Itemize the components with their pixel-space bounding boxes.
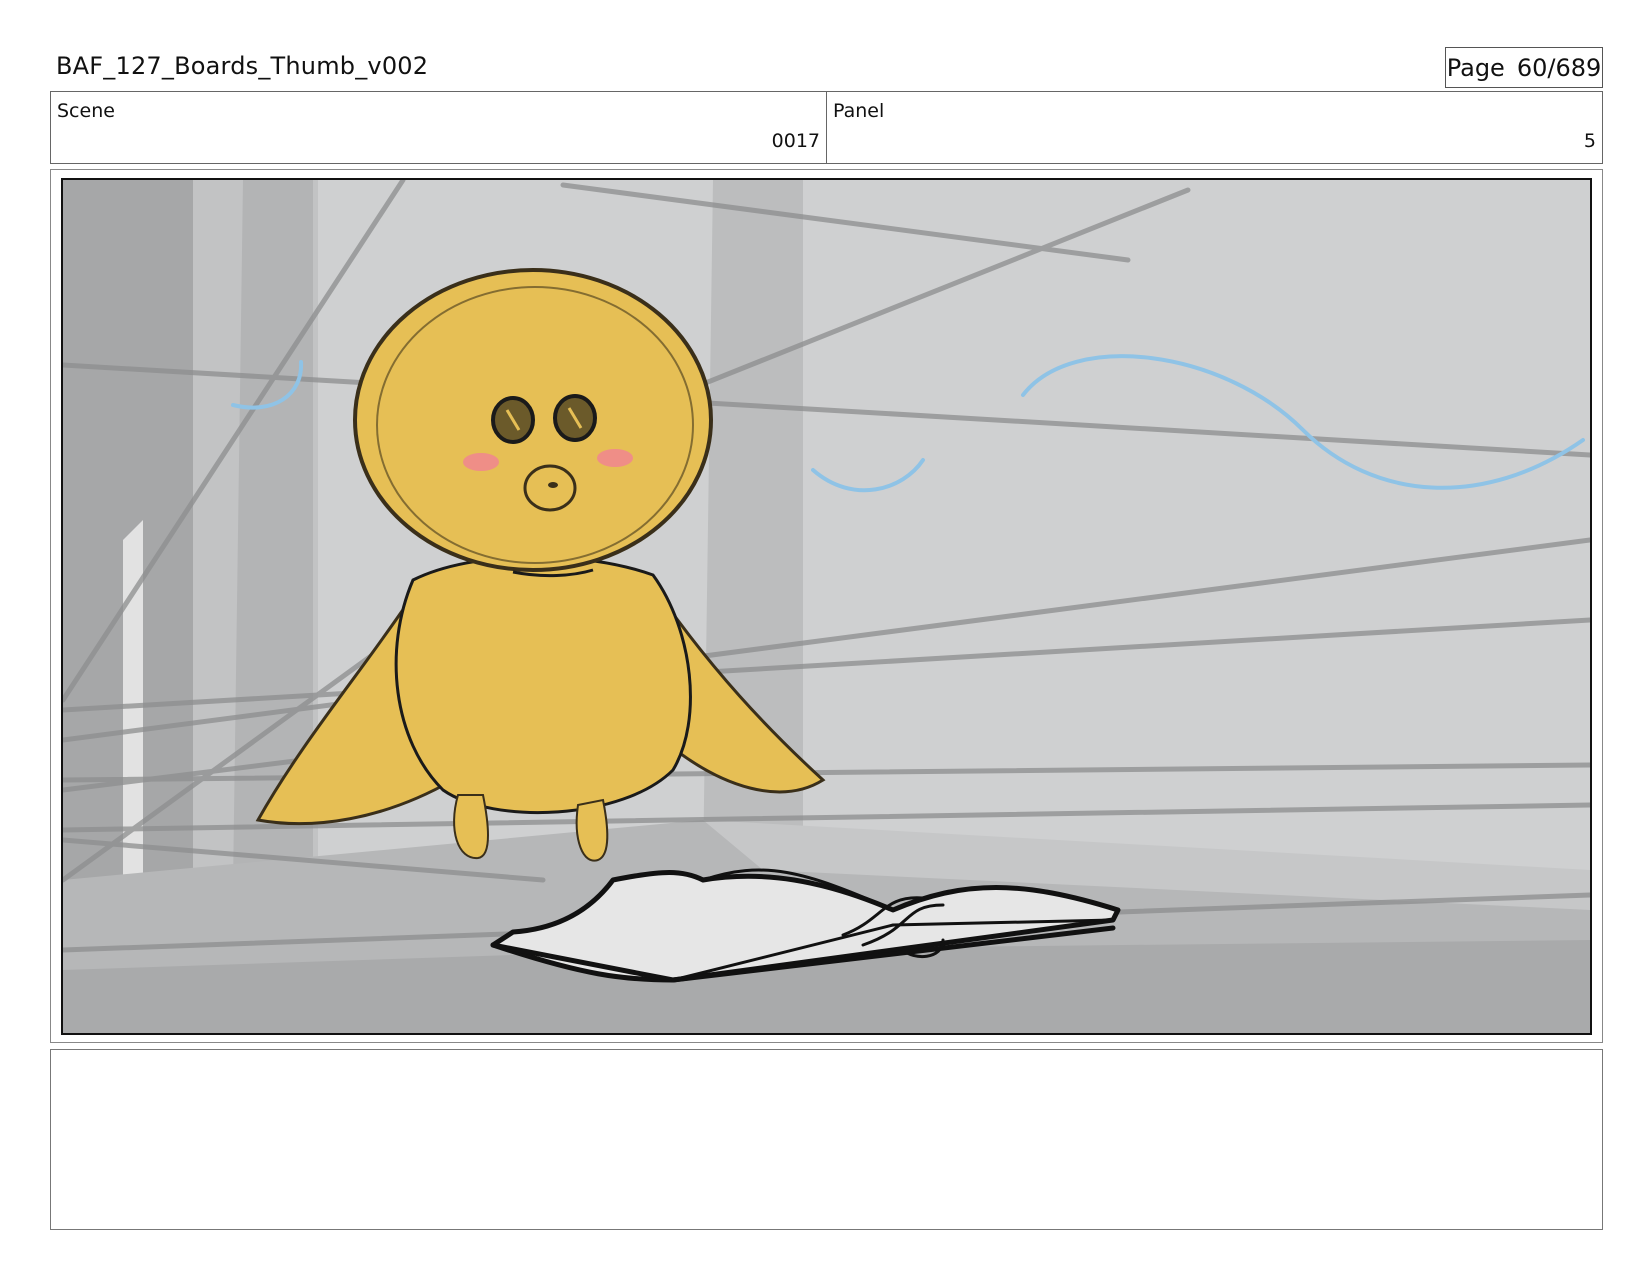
- panel-number: 5: [1583, 130, 1596, 152]
- panel-label: Panel: [833, 100, 885, 122]
- bird-beak: [523, 464, 577, 512]
- scene-number: 0017: [771, 130, 820, 152]
- bird-body: [394, 555, 692, 815]
- storyboard-drawing: [63, 180, 1590, 1033]
- board-title: BAF_127_Boards_Thumb_v002: [56, 52, 429, 80]
- scene-cell: Scene 0017: [51, 92, 826, 163]
- page-label: Page: [1446, 53, 1505, 82]
- bird-nostril: [548, 482, 558, 488]
- panel-cell: Panel 5: [826, 92, 1602, 163]
- scene-label: Scene: [57, 100, 115, 122]
- storyboard-frame: [61, 178, 1592, 1035]
- page-indicator: Page 60/689: [1445, 47, 1603, 88]
- notes-box[interactable]: [50, 1049, 1603, 1230]
- page-number: 60/689: [1516, 53, 1602, 82]
- scene-panel-row: Scene 0017 Panel 5: [50, 91, 1603, 164]
